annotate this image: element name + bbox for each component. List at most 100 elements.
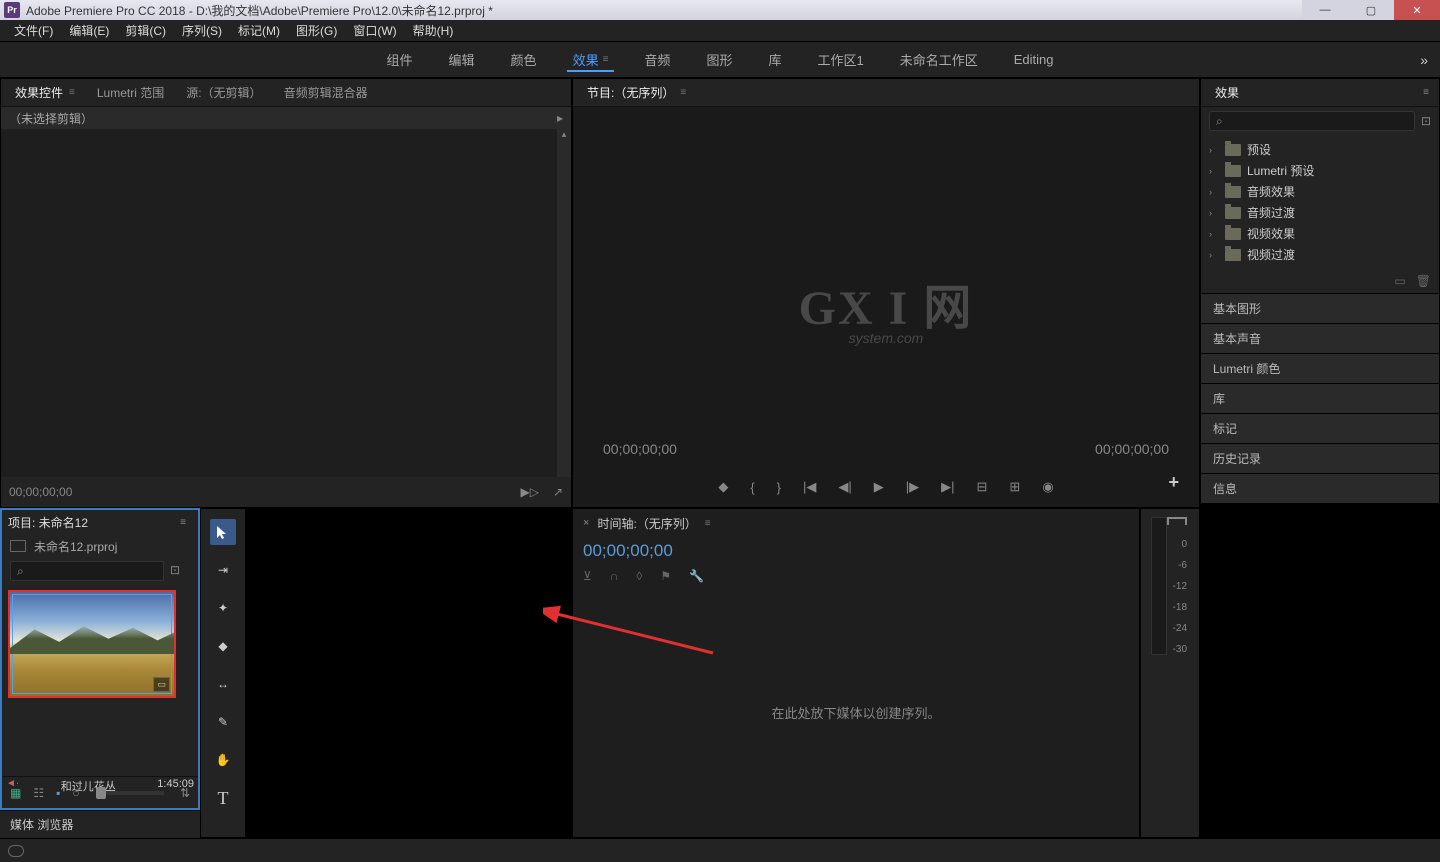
zoom-handle[interactable] (96, 787, 106, 799)
program-menu-icon[interactable]: ≡ (680, 87, 686, 98)
tab-effect-controls[interactable]: 效果控件≡ (5, 79, 85, 107)
project-panel-tabs: 项目: 未命名12 ≡ (2, 510, 198, 534)
timeline-timecode[interactable]: 00;00;00;00 (573, 537, 1139, 565)
mark-out-icon[interactable]: } (777, 480, 781, 495)
maximize-button[interactable]: ▢ (1348, 0, 1394, 20)
timeline-close-icon[interactable]: × (583, 517, 589, 529)
ws-tab-effects[interactable]: 效果≡ (555, 42, 627, 78)
project-search-input[interactable]: ⌕ (10, 561, 164, 581)
tool-track-select[interactable]: ⇥ (210, 557, 236, 583)
panel-libraries[interactable]: 库 (1200, 384, 1440, 414)
step-back-icon[interactable]: ◀| (838, 479, 851, 495)
find-camera-icon[interactable]: ⊡ (170, 563, 190, 579)
ws-tab-unnamed[interactable]: 未命名工作区 (882, 42, 996, 78)
media-browser-tab[interactable]: 媒体 浏览器 (0, 810, 200, 838)
ws-tab-editing2[interactable]: Editing (996, 42, 1072, 78)
ws-tab-custom1[interactable]: 工作区1 (799, 42, 881, 78)
new-folder-icon[interactable]: ▭ (1394, 274, 1405, 288)
timeline-marker-icon[interactable]: ◊ (636, 569, 642, 583)
tree-audio-effects[interactable]: ›音频效果 (1201, 181, 1439, 202)
menu-file[interactable]: 文件(F) (6, 22, 61, 39)
effects-new-bin-icon[interactable]: ⊡ (1421, 114, 1431, 128)
timeline-toolbar: ⊻ ∩ ◊ ⚑ 🔧 (573, 565, 1139, 587)
panel-markers[interactable]: 标记 (1200, 414, 1440, 444)
project-menu-icon[interactable]: ≡ (174, 517, 192, 528)
project-title[interactable]: 项目: 未命名12 (8, 514, 88, 531)
ec-icon-1[interactable]: ▶▷ (520, 485, 538, 499)
ec-icon-2[interactable]: ↗ (553, 485, 563, 499)
panel-info[interactable]: 信息 (1200, 474, 1440, 504)
menu-edit[interactable]: 编辑(E) (61, 22, 117, 39)
play-icon[interactable]: ▶ (874, 479, 884, 495)
ws-tab-audio[interactable]: 音频 (626, 42, 688, 78)
export-frame-icon[interactable]: ◉ (1042, 479, 1053, 495)
tab-audio-clip-mixer[interactable]: 音频剪辑混合器 (274, 79, 378, 107)
add-button-icon[interactable]: + (1168, 472, 1179, 493)
zoom-slider[interactable] (96, 791, 164, 795)
center-column: 节目:（无序列）≡ GX I 网 system.com 00;00;00;00 … (572, 78, 1200, 838)
tool-hand[interactable]: ✋ (210, 747, 236, 773)
meter-level-0: 0 (1181, 539, 1187, 550)
statusbar (0, 838, 1440, 862)
tool-selection[interactable] (210, 519, 236, 545)
panel-lumetri-color[interactable]: Lumetri 颜色 (1200, 354, 1440, 384)
add-marker-icon[interactable]: ◆ (718, 479, 728, 495)
menu-clip[interactable]: 剪辑(C) (117, 22, 174, 39)
delete-icon[interactable]: 🗑 (1416, 274, 1431, 288)
effects-tab[interactable]: 效果 (1205, 79, 1249, 107)
ws-tab-assembly[interactable]: 组件 (369, 42, 431, 78)
clip-thumbnail[interactable]: ▭ (8, 590, 176, 698)
panel-menu-icon[interactable]: ≡ (69, 87, 75, 98)
ws-tab-library[interactable]: 库 (750, 42, 799, 78)
lift-icon[interactable]: ⊟ (977, 479, 988, 495)
workspace-overflow-button[interactable]: » (1420, 52, 1428, 68)
tool-razor[interactable]: ◆ (210, 633, 236, 659)
effects-search-input[interactable]: ⌕ (1209, 111, 1415, 131)
timeline-menu-icon[interactable]: ≡ (705, 518, 711, 529)
menu-help[interactable]: 帮助(H) (405, 22, 462, 39)
goto-in-icon[interactable]: |◀ (803, 479, 816, 495)
project-bin[interactable]: ▭ ◄· 和过儿花丛 1:45:09 (2, 584, 198, 776)
menu-marker[interactable]: 标记(M) (230, 22, 288, 39)
tool-ripple[interactable]: ✦ (210, 595, 236, 621)
timeline-body[interactable]: 在此处放下媒体以创建序列。 (573, 587, 1139, 837)
tree-lumetri[interactable]: ›Lumetri 预设 (1201, 160, 1439, 181)
scroll-up-icon[interactable]: ▴ (557, 129, 571, 143)
tree-video-trans[interactable]: ›视频过渡 (1201, 244, 1439, 265)
tree-audio-trans[interactable]: ›音频过渡 (1201, 202, 1439, 223)
timeline-link-icon[interactable]: ∩ (610, 569, 619, 583)
panel-essential-graphics[interactable]: 基本图形 (1200, 294, 1440, 324)
step-fwd-icon[interactable]: |▶ (906, 479, 919, 495)
extract-icon[interactable]: ⊞ (1009, 479, 1020, 495)
ws-tab-menu-icon[interactable]: ≡ (603, 54, 609, 65)
ws-tab-graphics[interactable]: 图形 (688, 42, 750, 78)
tab-source[interactable]: 源:（无剪辑） (176, 79, 271, 107)
close-button[interactable]: ✕ (1394, 0, 1440, 20)
panel-history[interactable]: 历史记录 (1200, 444, 1440, 474)
meter-top-icon (1167, 517, 1187, 525)
menu-graphics[interactable]: 图形(G) (288, 22, 345, 39)
ws-tab-editing[interactable]: 编辑 (431, 42, 493, 78)
scrollbar[interactable]: ▴ (557, 129, 571, 477)
window-title: Adobe Premiere Pro CC 2018 - D:\我的文档\Ado… (26, 2, 493, 19)
status-icon[interactable] (8, 845, 24, 857)
tool-type[interactable]: T (210, 785, 236, 811)
timeline-snap-icon[interactable]: ⊻ (583, 569, 592, 583)
timeline-settings-icon[interactable]: ⚑ (660, 569, 671, 583)
tool-slip[interactable]: ↔ (210, 671, 236, 697)
menu-window[interactable]: 窗口(W) (345, 22, 404, 39)
tree-video-effects[interactable]: ›视频效果 (1201, 223, 1439, 244)
tree-presets[interactable]: ›预设 (1201, 139, 1439, 160)
ws-tab-color[interactable]: 颜色 (493, 42, 555, 78)
minimize-button[interactable]: — (1302, 0, 1348, 20)
menu-sequence[interactable]: 序列(S) (174, 22, 230, 39)
mark-in-icon[interactable]: { (750, 480, 754, 495)
tool-pen[interactable]: ✎ (210, 709, 236, 735)
goto-out-icon[interactable]: ▶| (941, 479, 954, 495)
timeline-wrench-icon[interactable]: 🔧 (689, 569, 704, 583)
tab-lumetri-scopes[interactable]: Lumetri 范围 (87, 79, 174, 107)
panel-essential-sound[interactable]: 基本声音 (1200, 324, 1440, 354)
ec-play-icon[interactable]: ▸ (557, 111, 563, 125)
program-tab[interactable]: 节目:（无序列）≡ (577, 79, 696, 107)
effects-panel-menu-icon[interactable]: ≡ (1417, 87, 1435, 98)
